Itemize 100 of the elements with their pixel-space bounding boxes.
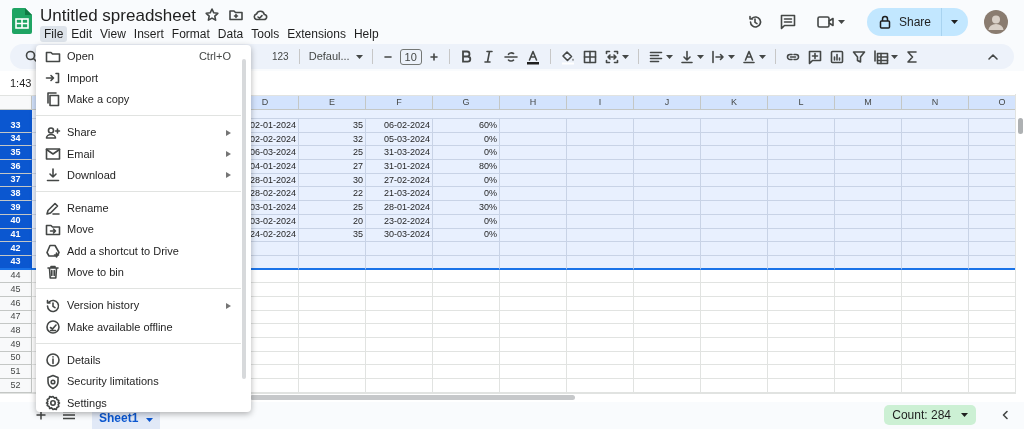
table-cell[interactable]: 80%: [479, 161, 497, 171]
table-cell[interactable]: 0%: [484, 134, 497, 144]
font-dropdown[interactable]: Defaul...: [305, 48, 366, 65]
menu-item[interactable]: Security limitations: [36, 370, 241, 393]
column-header[interactable]: M: [864, 96, 872, 110]
column-header[interactable]: G: [462, 96, 470, 110]
table-cell[interactable]: 06-03-2024: [249, 148, 296, 158]
menu-item[interactable]: Move to bin: [36, 261, 241, 283]
menu-item[interactable]: Move: [36, 219, 241, 241]
add-comment-icon[interactable]: [806, 48, 823, 65]
table-cell[interactable]: 27: [353, 161, 363, 171]
table-cell[interactable]: 23-02-2024: [383, 216, 430, 226]
plus-icon[interactable]: [427, 50, 440, 63]
text-wrap-icon[interactable]: [709, 48, 735, 65]
table-cell[interactable]: 25: [353, 148, 363, 158]
table-cell[interactable]: 28-01-2024: [383, 202, 430, 212]
scrollbar-thumb[interactable]: [242, 59, 246, 379]
table-cell[interactable]: 03-02-2024: [249, 216, 296, 226]
menu-item[interactable]: Data: [213, 26, 248, 42]
scrollbar-thumb[interactable]: [1017, 118, 1023, 134]
menu-item[interactable]: Details: [36, 349, 241, 371]
table-cell[interactable]: 0%: [484, 148, 497, 158]
menu-item[interactable]: Insert: [129, 26, 168, 42]
avatar[interactable]: [984, 10, 1008, 34]
menu-item[interactable]: Edit: [67, 26, 97, 42]
merge-cells-icon[interactable]: [603, 48, 629, 65]
table-cell[interactable]: 21-03-2024: [383, 189, 430, 199]
add-sheet-icon[interactable]: [35, 409, 47, 422]
font-size-field[interactable]: 10: [399, 48, 422, 65]
menu-item[interactable]: Help: [349, 26, 383, 42]
table-cell[interactable]: 35: [353, 230, 363, 240]
menu-item[interactable]: Download: [36, 164, 241, 186]
column-header[interactable]: O: [998, 96, 1006, 110]
filter-icon[interactable]: [850, 48, 867, 65]
menu-item[interactable]: Format: [167, 26, 214, 42]
table-cell[interactable]: 31-01-2024: [383, 161, 430, 171]
table-cell[interactable]: 03-01-2024: [249, 202, 296, 212]
table-cell[interactable]: 24-02-2024: [249, 230, 296, 240]
column-header[interactable]: D: [261, 96, 269, 110]
menu-item[interactable]: File: [40, 26, 68, 42]
vertical-align-icon[interactable]: [678, 48, 704, 65]
column-header[interactable]: F: [396, 96, 402, 110]
text-rotation-icon[interactable]: [740, 48, 766, 65]
menu-item[interactable]: Extensions: [283, 26, 350, 42]
table-cell[interactable]: 60%: [479, 120, 497, 130]
menu-item[interactable]: Version history: [36, 294, 241, 317]
fill-color-icon[interactable]: [559, 48, 576, 65]
menu-item[interactable]: Rename: [36, 197, 241, 220]
column-header[interactable]: H: [529, 96, 537, 110]
folder-icon[interactable]: [227, 7, 244, 23]
borders-icon[interactable]: [581, 48, 598, 65]
table-cell[interactable]: 30: [353, 175, 363, 185]
table-cell[interactable]: 22: [353, 189, 363, 199]
number-format-button[interactable]: 123: [268, 49, 293, 64]
column-header[interactable]: L: [798, 96, 804, 110]
chart-icon[interactable]: [828, 48, 845, 65]
star-icon[interactable]: [203, 7, 220, 23]
table-cell[interactable]: 05-03-2024: [383, 134, 430, 144]
text-color-icon[interactable]: [524, 48, 541, 65]
menu-item[interactable]: Add a shortcut to Drive: [36, 240, 241, 262]
document-title[interactable]: Untitled spreadsheet: [40, 6, 196, 24]
chevron-left-icon[interactable]: [1000, 409, 1010, 422]
table-cell[interactable]: 35: [353, 120, 363, 130]
menu-item[interactable]: Make a copy: [36, 88, 241, 110]
share-button[interactable]: Share: [866, 8, 968, 36]
table-cell[interactable]: 02-01-2024: [249, 120, 296, 130]
column-header[interactable]: I: [598, 96, 602, 110]
table-cell[interactable]: 06-02-2024: [383, 120, 430, 130]
table-cell[interactable]: 02-02-2024: [249, 134, 296, 144]
menu-item[interactable]: View: [96, 26, 130, 42]
table-cell[interactable]: 25: [353, 202, 363, 212]
table-cell[interactable]: 30-03-2024: [383, 230, 430, 240]
column-header[interactable]: K: [731, 96, 737, 110]
table-cell[interactable]: 0%: [484, 175, 497, 185]
table-cell[interactable]: 04-01-2024: [249, 161, 296, 171]
table-cell[interactable]: 28-02-2024: [249, 189, 296, 199]
menu-item[interactable]: Make available offline: [36, 316, 241, 338]
cloud-icon[interactable]: [251, 7, 268, 23]
sheets-logo-icon[interactable]: [12, 8, 32, 34]
table-cell[interactable]: 31-03-2024: [383, 148, 430, 158]
table-cell[interactable]: 20: [353, 216, 363, 226]
table-cell[interactable]: 0%: [484, 216, 497, 226]
summary-button[interactable]: Count: 284: [884, 405, 976, 426]
menu-item[interactable]: Share: [36, 121, 241, 144]
table-cell[interactable]: 27-02-2024: [383, 175, 430, 185]
column-header[interactable]: J: [664, 96, 670, 110]
menu-item[interactable]: Tools: [247, 26, 284, 42]
table-cell[interactable]: 30%: [479, 202, 497, 212]
scrollbar-thumb[interactable]: [250, 395, 575, 401]
menu-item[interactable]: Open Ctrl+O: [36, 46, 241, 68]
video-call-icon[interactable]: [816, 15, 845, 29]
column-header[interactable]: E: [329, 96, 335, 110]
menu-item[interactable]: Import: [36, 67, 241, 89]
menu-item[interactable]: Email: [36, 143, 241, 165]
name-box[interactable]: 1:43: [10, 74, 32, 92]
table-icon[interactable]: [872, 48, 898, 65]
table-cell[interactable]: 0%: [484, 230, 497, 240]
table-cell[interactable]: 28-01-2024: [249, 175, 296, 185]
column-header[interactable]: N: [931, 96, 939, 110]
table-cell[interactable]: 0%: [484, 189, 497, 199]
